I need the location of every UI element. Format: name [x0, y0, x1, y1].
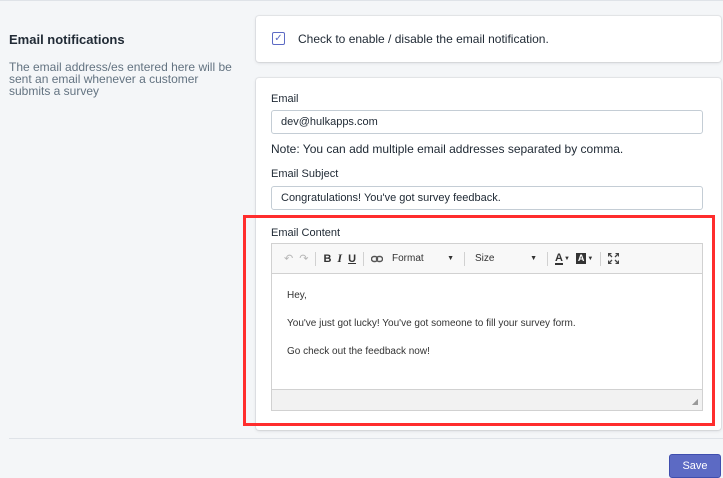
size-dropdown[interactable]: Size ▼ — [469, 250, 543, 268]
chevron-down-icon: ▼ — [587, 255, 594, 262]
text-color-button[interactable]: A ▼ — [552, 250, 573, 268]
email-content-editor: ↶ ↷ B I U Format ▼ Size ▼ A ▼ A ▼ Hey, Y… — [271, 243, 703, 411]
italic-button[interactable]: I — [334, 250, 345, 268]
toolbar-separator — [464, 251, 466, 266]
chevron-down-icon: ▼ — [563, 255, 570, 262]
toolbar-separator — [363, 251, 365, 266]
bg-color-icon: A — [575, 253, 587, 264]
enable-checkbox[interactable]: ✓ — [272, 32, 285, 45]
section-description: The email address/es entered here will b… — [9, 60, 232, 98]
toolbar-separator — [600, 251, 602, 266]
format-dropdown[interactable]: Format ▼ — [386, 250, 460, 268]
section-title: Email notifications — [9, 32, 125, 47]
editor-paragraph: Go check out the feedback now! — [287, 346, 430, 357]
email-subject-field[interactable] — [271, 186, 703, 210]
format-dropdown-label: Format — [392, 253, 424, 264]
resize-handle-icon[interactable]: ◢ — [692, 398, 698, 406]
editor-paragraph: You've just got lucky! You've got someon… — [287, 318, 576, 329]
editor-paragraph: Hey, — [287, 290, 307, 301]
editor-toolbar: ↶ ↷ B I U Format ▼ Size ▼ A ▼ A ▼ — [272, 244, 702, 274]
undo-icon[interactable]: ↶ — [281, 250, 296, 268]
section-info: Email notifications The email address/es… — [9, 32, 239, 97]
maximize-icon[interactable] — [605, 250, 622, 268]
email-field[interactable] — [271, 110, 703, 134]
size-dropdown-label: Size — [475, 253, 495, 264]
email-content-label: Email Content — [271, 227, 341, 239]
checkmark-icon: ✓ — [274, 32, 283, 44]
redo-icon[interactable]: ↷ — [296, 250, 311, 268]
toolbar-separator — [547, 251, 549, 266]
toolbar-separator — [315, 251, 317, 266]
chevron-down-icon: ▼ — [530, 255, 538, 262]
top-divider — [0, 0, 723, 1]
save-button[interactable]: Save — [669, 454, 721, 478]
underline-button[interactable]: U — [345, 250, 359, 268]
chevron-down-icon: ▼ — [447, 255, 455, 262]
email-note: Note: You can add multiple email address… — [271, 142, 624, 156]
email-subject-label: Email Subject — [271, 168, 339, 180]
enable-label[interactable]: Check to enable / disable the email noti… — [298, 32, 549, 46]
bg-color-button[interactable]: A ▼ — [573, 250, 596, 268]
text-color-icon: A — [555, 251, 563, 265]
bold-button[interactable]: B — [320, 250, 334, 268]
editor-statusbar: ◢ — [272, 389, 702, 410]
bottom-divider — [9, 438, 723, 439]
enable-card: ✓ Check to enable / disable the email no… — [256, 16, 721, 62]
email-label: Email — [271, 93, 299, 105]
link-icon[interactable] — [368, 250, 386, 268]
editor-body[interactable]: Hey, You've just got lucky! You've got s… — [272, 274, 702, 357]
